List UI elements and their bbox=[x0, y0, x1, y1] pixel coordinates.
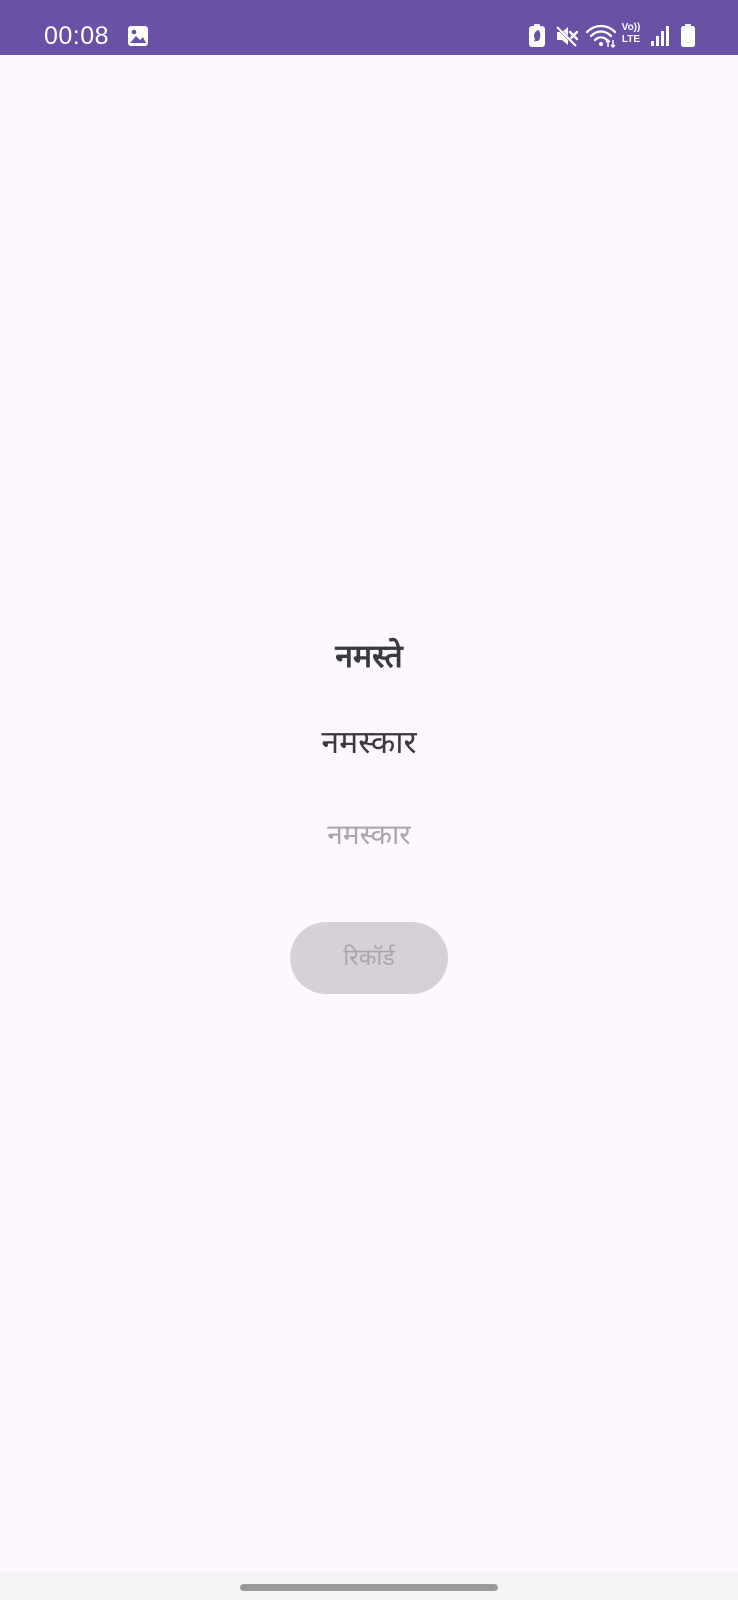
answer-input[interactable] bbox=[260, 808, 478, 860]
expected-response-word: नमस्कार bbox=[321, 723, 417, 761]
navigation-bar bbox=[0, 1573, 738, 1600]
volte-line2: LTE bbox=[621, 34, 641, 45]
answer-field-wrapper bbox=[260, 808, 478, 860]
status-icons: Vo)) LTE bbox=[0, 0, 738, 55]
wifi-icon bbox=[585, 24, 617, 52]
battery-saver-icon bbox=[528, 24, 546, 52]
signal-icon bbox=[651, 24, 671, 52]
record-button[interactable]: रिकॉर्ड bbox=[290, 922, 448, 994]
mute-icon bbox=[554, 24, 579, 52]
gesture-handle[interactable] bbox=[240, 1584, 498, 1591]
prompt-word: नमस्ते bbox=[335, 637, 403, 675]
battery-icon bbox=[680, 24, 696, 52]
status-bar: 00:08 Vo)) LTE bbox=[0, 0, 738, 55]
volte-line1: Vo)) bbox=[621, 22, 641, 33]
volte-icon: Vo)) LTE bbox=[619, 22, 643, 46]
